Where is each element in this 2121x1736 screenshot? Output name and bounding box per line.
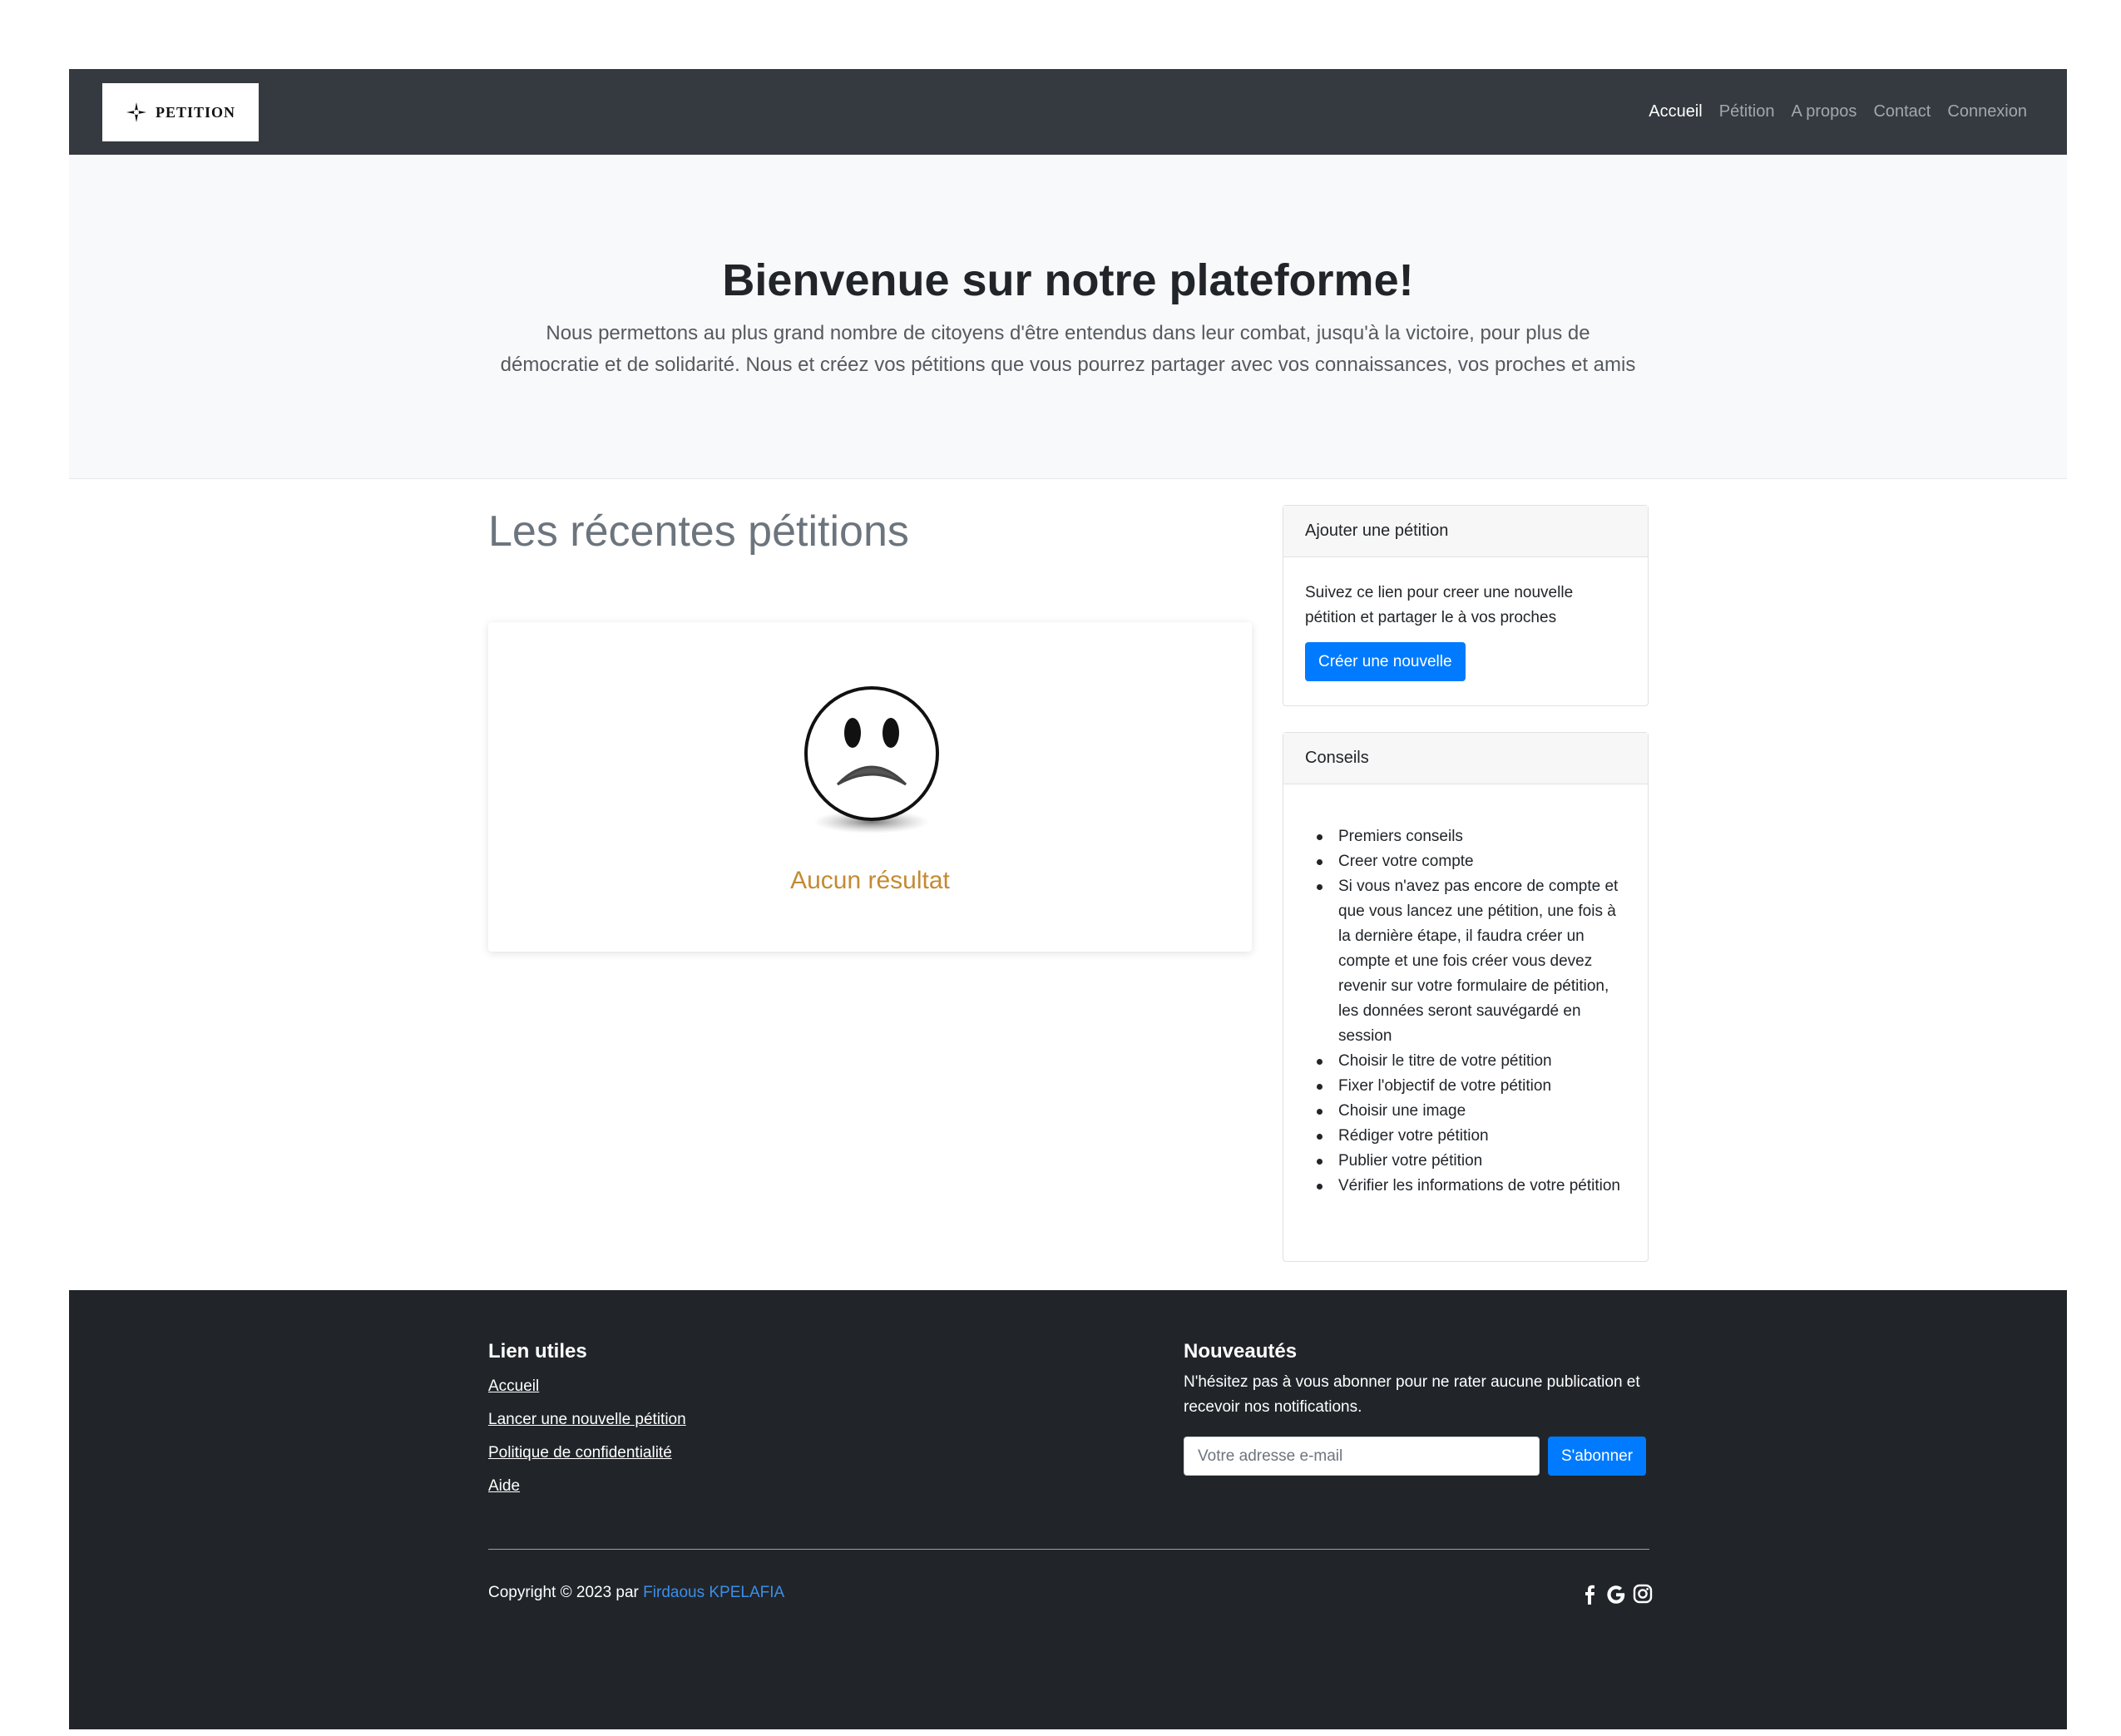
footer: Lien utiles Accueil Lancer une nouvelle … — [69, 1290, 2067, 1729]
newsletter-text: N'hésitez pas à vous abonner pour ne rat… — [1184, 1373, 1640, 1416]
brand-logo[interactable]: PETITION — [102, 83, 259, 141]
sad-face-icon — [804, 686, 939, 833]
compass-star-icon — [126, 102, 146, 122]
main-content: Les récentes pétitions Aucun résultat Aj… — [69, 479, 2067, 1290]
add-petition-header: Ajouter une pétition — [1283, 506, 1648, 557]
brand-text: PETITION — [155, 103, 236, 121]
google-icon[interactable] — [1606, 1583, 1626, 1605]
instagram-icon[interactable] — [1633, 1583, 1653, 1605]
add-petition-body: Suivez ce lien pour creer une nouvelle p… — [1283, 557, 1648, 701]
footer-divider — [488, 1549, 1649, 1550]
nav-link-contact[interactable]: Contact — [1873, 102, 1931, 121]
facebook-icon[interactable] — [1580, 1583, 1599, 1605]
tips-header: Conseils — [1283, 733, 1648, 784]
email-field[interactable] — [1184, 1437, 1540, 1476]
author-link[interactable]: Firdaous KPELAFIA — [643, 1584, 784, 1601]
newsletter-section: Nouveautés N'hésitez pas à vous abonner … — [1184, 1340, 1649, 1476]
list-item: Rédiger votre pétition — [1317, 1124, 1626, 1149]
nav-link-accueil[interactable]: Accueil — [1649, 102, 1702, 121]
useful-links-heading: Lien utiles — [488, 1340, 587, 1363]
navbar: PETITION Accueil Pétition A propos Conta… — [69, 69, 2067, 155]
footer-link-help[interactable]: Aide — [488, 1470, 686, 1503]
list-item: Vérifier les informations de votre pétit… — [1317, 1174, 1626, 1199]
add-petition-text: Suivez ce lien pour creer une nouvelle p… — [1305, 584, 1574, 626]
recent-petitions-title: Les récentes pétitions — [488, 507, 909, 556]
copyright: Copyright © 2023 par Firdaous KPELAFIA — [488, 1584, 784, 1602]
create-petition-button[interactable]: Créer une nouvelle — [1305, 642, 1466, 681]
list-item: Premiers conseils — [1317, 824, 1626, 849]
footer-link-accueil[interactable]: Accueil — [488, 1370, 686, 1403]
useful-links-section: Lien utiles Accueil Lancer une nouvelle … — [488, 1340, 686, 1503]
copyright-text: Copyright © 2023 par — [488, 1584, 644, 1601]
list-item: Publier votre pétition — [1317, 1149, 1626, 1174]
add-petition-card: Ajouter une pétition Suivez ce lien pour… — [1283, 505, 1649, 706]
list-item: Si vous n'avez pas encore de compte et q… — [1317, 874, 1626, 1049]
nav-link-connexion[interactable]: Connexion — [1947, 102, 2027, 121]
hero-title: Bienvenue sur notre plateforme! — [722, 255, 1414, 305]
hero-text: Nous permettons au plus grand nombre de … — [500, 322, 1636, 376]
nav-link-petition[interactable]: Pétition — [1719, 102, 1775, 121]
footer-link-new-petition[interactable]: Lancer une nouvelle pétition — [488, 1403, 686, 1437]
empty-results-card: Aucun résultat — [488, 622, 1252, 952]
footer-link-privacy[interactable]: Politique de confidentialité — [488, 1437, 686, 1470]
list-item: Choisir le titre de votre pétition — [1317, 1049, 1626, 1074]
nav-links: Accueil Pétition A propos Contact Connex… — [1649, 69, 2027, 155]
tips-list: Premiers conseils Creer votre compte Si … — [1305, 808, 1626, 1199]
social-links — [1580, 1583, 1653, 1605]
list-item: Fixer l'objectif de votre pétition — [1317, 1074, 1626, 1099]
page-frame: PETITION Accueil Pétition A propos Conta… — [69, 69, 2067, 1729]
list-item: Choisir une image — [1317, 1099, 1626, 1124]
subscribe-form: S'abonner — [1184, 1437, 1649, 1476]
tips-card: Conseils Premiers conseils Creer votre c… — [1283, 732, 1649, 1262]
subscribe-button[interactable]: S'abonner — [1548, 1437, 1647, 1476]
tips-body: Premiers conseils Creer votre compte Si … — [1283, 784, 1648, 1219]
list-item: Creer votre compte — [1317, 849, 1626, 874]
nav-link-a-propos[interactable]: A propos — [1791, 102, 1856, 121]
hero: Bienvenue sur notre plateforme! Nous per… — [69, 155, 2067, 479]
empty-results-text: Aucun résultat — [790, 867, 950, 894]
newsletter-heading: Nouveautés — [1184, 1340, 1298, 1363]
